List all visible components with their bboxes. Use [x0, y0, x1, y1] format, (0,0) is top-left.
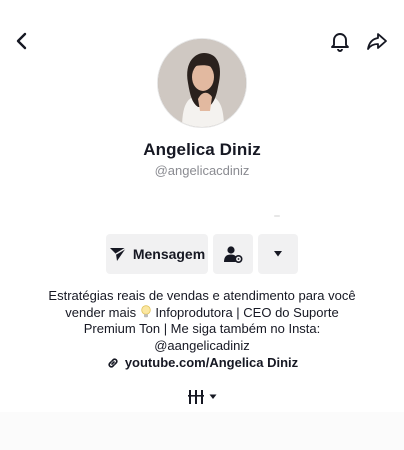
grid-lines-icon	[188, 390, 204, 404]
profile-bio: Estratégias reais de vendas e atendiment…	[30, 288, 374, 354]
bio-line: @aangelicadiniz	[154, 337, 250, 353]
message-button[interactable]: Mensagem	[106, 234, 208, 274]
avatar-image	[158, 39, 246, 127]
more-options-button[interactable]	[258, 234, 298, 274]
bio-line: vender mais Infoprodutora | CEO do Supor…	[65, 304, 339, 320]
avatar[interactable]	[157, 38, 247, 128]
message-button-label: Mensagem	[132, 246, 206, 262]
user-settings-icon	[224, 246, 243, 264]
content-area	[0, 412, 404, 450]
send-icon	[109, 247, 127, 261]
link-icon	[108, 357, 118, 368]
profile-link-label: youtube.com/Angelica Diniz	[124, 355, 299, 370]
caret-down-icon	[209, 394, 217, 399]
profile-handle: @angelicacdiniz	[154, 163, 250, 178]
profile-name: Angelica Diniz	[143, 140, 261, 159]
add-friend-button[interactable]	[213, 234, 253, 274]
profile-link[interactable]: youtube.com/Angelica Diniz	[0, 355, 404, 370]
divider-mark	[274, 215, 280, 217]
lightbulb-icon	[141, 304, 151, 317]
bell-icon	[331, 33, 349, 52]
share-arrow-icon	[367, 33, 387, 50]
bio-line: Estratégias reais de vendas e atendiment…	[48, 288, 356, 303]
bio-line: Premium Ton | Me siga também no Insta:	[83, 321, 321, 336]
content-tab-bar[interactable]	[0, 384, 404, 410]
back-button[interactable]	[7, 26, 37, 56]
chevron-left-icon	[16, 32, 27, 50]
caret-down-icon	[274, 251, 282, 257]
share-button[interactable]	[362, 26, 392, 56]
notifications-button[interactable]	[325, 26, 355, 56]
